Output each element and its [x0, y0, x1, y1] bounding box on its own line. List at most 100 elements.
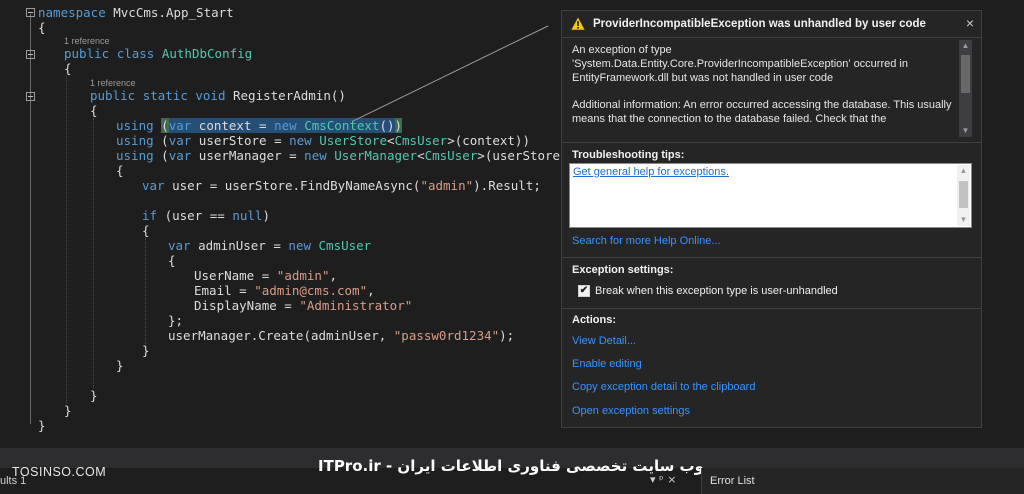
- exception-settings-heading: Exception settings:: [572, 264, 674, 276]
- brace: {: [142, 223, 150, 238]
- code-line-create: userManager.Create(adminUser, "passw0rd1…: [168, 328, 514, 343]
- keyword-using: using: [116, 148, 154, 163]
- code-text: ): [394, 118, 403, 133]
- string-literal: "admin@cms.com": [254, 283, 368, 298]
- code-text: userStore =: [191, 133, 290, 148]
- keyword-new: new: [304, 148, 327, 163]
- code-line-email: Email = "admin@cms.com",: [194, 283, 375, 298]
- keyword-var: var: [168, 118, 192, 133]
- scrollbar-thumb[interactable]: [959, 181, 968, 208]
- watermark-tosinso: TOSINSO.COM: [12, 465, 107, 479]
- popup-title-bar: ProviderIncompatibleException was unhand…: [562, 11, 981, 37]
- brace: {: [64, 61, 72, 76]
- keyword-var: var: [142, 178, 165, 193]
- codelens-reference[interactable]: 1 reference: [64, 36, 110, 46]
- brace: }: [38, 418, 46, 433]
- popup-title: ProviderIncompatibleException was unhand…: [593, 18, 926, 30]
- code-text: adminUser =: [190, 238, 289, 253]
- code-text: ,: [367, 283, 375, 298]
- close-icon[interactable]: ×: [966, 15, 974, 31]
- code-line-brace: {: [38, 20, 46, 35]
- code-line-brace: {: [142, 223, 150, 238]
- divider: [562, 257, 981, 258]
- method-signature: RegisterAdmin(): [225, 88, 346, 103]
- scroll-up-arrow-icon[interactable]: ▲: [957, 165, 970, 177]
- code-text: >(context)): [447, 133, 530, 148]
- brace: }: [90, 388, 98, 403]
- copy-exception-detail-link[interactable]: Copy exception detail to the clipboard: [572, 381, 755, 393]
- exception-helper-popup: ProviderIncompatibleException was unhand…: [561, 10, 982, 428]
- namespace-name: MvcCms.App_Start: [105, 5, 234, 20]
- code-text: userManager =: [191, 148, 305, 163]
- outline-line: [30, 14, 31, 424]
- search-help-online-link[interactable]: Search for more Help Online...: [572, 235, 721, 247]
- keyword-namespace: namespace: [38, 5, 106, 20]
- brace: }: [116, 358, 124, 373]
- code-line-displayname: DisplayName = "Administrator": [194, 298, 412, 313]
- break-when-unhandled-label: Break when this exception type is user-u…: [595, 285, 838, 297]
- code-text: );: [499, 328, 515, 343]
- indent-guide: [93, 118, 94, 388]
- code-text: (user ==: [157, 208, 233, 223]
- code-line-brace: }: [64, 403, 72, 418]
- message-scrollbar[interactable]: ▲ ▼: [959, 40, 972, 137]
- string-literal: "admin": [276, 268, 330, 283]
- code-line-if: if (user == null): [142, 208, 270, 223]
- code-line-find-user: var user = userStore.FindByNameAsync("ad…: [142, 178, 541, 193]
- indent-guide: [66, 76, 67, 403]
- brace: {: [90, 103, 98, 118]
- scroll-up-arrow-icon[interactable]: ▲: [959, 40, 972, 52]
- actions-heading: Actions:: [572, 314, 616, 326]
- divider: [562, 142, 981, 143]
- code-text: ): [262, 208, 270, 223]
- type-name: UserManager: [334, 148, 418, 163]
- general-help-link[interactable]: Get general help for exceptions.: [573, 166, 729, 178]
- enable-editing-link[interactable]: Enable editing: [572, 358, 642, 370]
- code-text: <: [417, 148, 425, 163]
- collapse-method-toggle[interactable]: [26, 92, 35, 101]
- error-list-label: Error List: [710, 475, 755, 487]
- code-text: <: [386, 133, 395, 148]
- exception-message: An exception of type 'System.Data.Entity…: [572, 44, 908, 84]
- code-line-brace: }: [90, 388, 98, 403]
- scroll-down-arrow-icon[interactable]: ▼: [957, 214, 970, 226]
- tips-scrollbar[interactable]: ▲ ▼: [957, 165, 970, 226]
- scrollbar-thumb[interactable]: [961, 55, 970, 93]
- keyword-new: new: [289, 133, 312, 148]
- break-when-unhandled-checkbox[interactable]: ✔: [578, 285, 590, 297]
- keyword-static: static: [142, 88, 188, 103]
- keyword-var: var: [168, 148, 192, 163]
- collapse-class-toggle[interactable]: [26, 50, 35, 59]
- keyword-void: void: [195, 88, 226, 103]
- codelens-reference[interactable]: 1 reference: [90, 78, 136, 88]
- class-name: AuthDbConfig: [161, 46, 253, 61]
- scroll-down-arrow-icon[interactable]: ▼: [959, 125, 972, 137]
- indent-guide: [145, 238, 146, 350]
- keyword-using: using: [116, 118, 154, 133]
- code-line-new-admin: var adminUser = new CmsUser: [168, 238, 371, 253]
- code-line-brace: {: [64, 61, 72, 76]
- pin-close-icons[interactable]: ▾ ᵖ ×: [650, 473, 676, 486]
- code-line-brace: }: [116, 358, 124, 373]
- brace: {: [116, 163, 124, 178]
- exception-pointer-line: [352, 25, 549, 122]
- collapse-namespace-toggle[interactable]: [26, 8, 35, 17]
- code-text: user = userStore.FindByNameAsync(: [164, 178, 421, 193]
- error-list-tab[interactable]: Error List: [701, 468, 1024, 494]
- keyword-new: new: [288, 238, 311, 253]
- code-line-close-init: };: [168, 313, 183, 328]
- type-name: CmsUser: [318, 238, 372, 253]
- open-exception-settings-link[interactable]: Open exception settings: [572, 405, 690, 417]
- brace: }: [64, 403, 72, 418]
- code-line-method: public static void RegisterAdmin(): [90, 88, 346, 103]
- code-line-username: UserName = "admin",: [194, 268, 337, 283]
- string-literal: "passw0rd1234": [393, 328, 500, 343]
- view-detail-link[interactable]: View Detail...: [572, 335, 636, 347]
- string-literal: "Administrator": [299, 298, 413, 313]
- keyword-new: new: [274, 118, 297, 133]
- divider: [562, 308, 981, 309]
- code-line-brace: {: [168, 253, 176, 268]
- keyword-var: var: [168, 133, 192, 148]
- code-line-using-context: using (var context = new CmsContext()): [116, 118, 403, 133]
- code-text: Email =: [194, 283, 255, 298]
